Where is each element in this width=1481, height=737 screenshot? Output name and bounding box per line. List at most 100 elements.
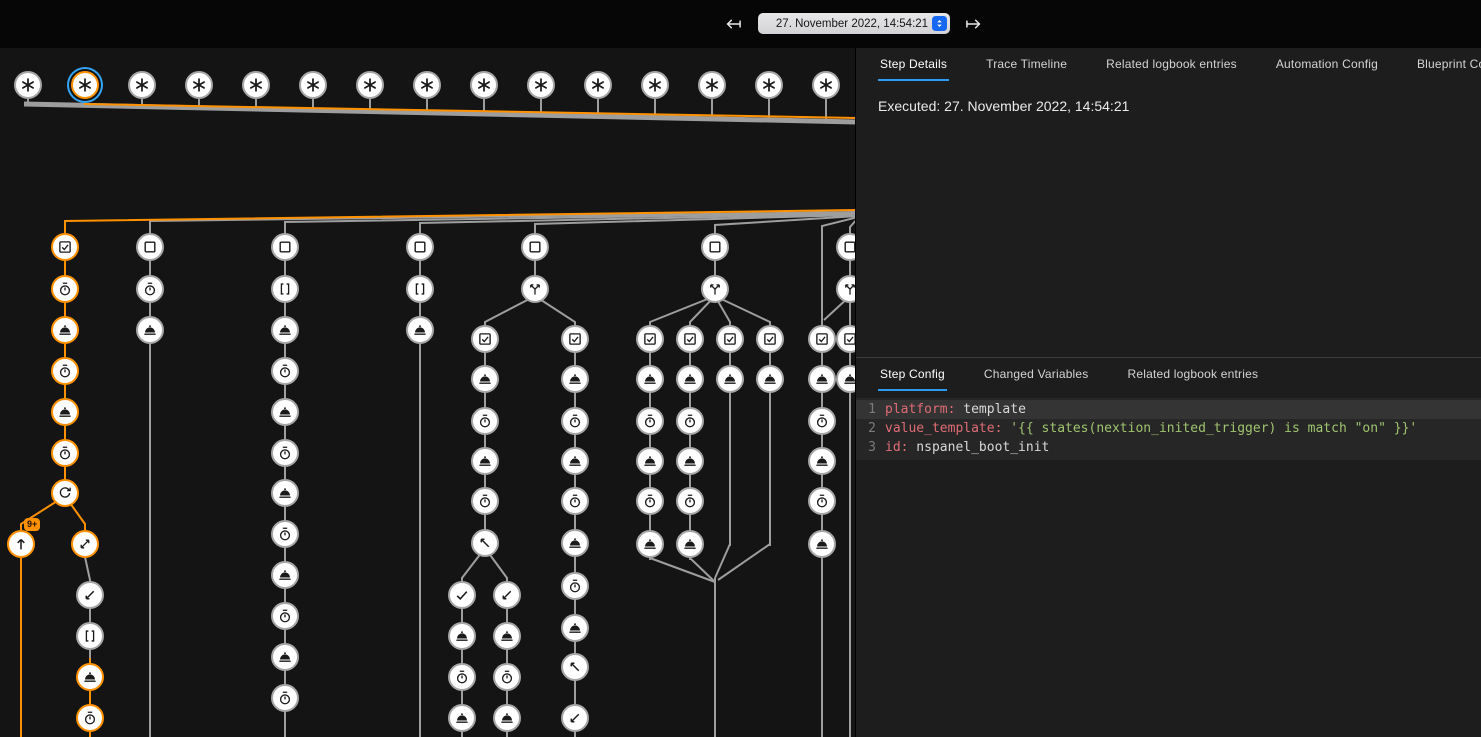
trace-node-condition[interactable] (636, 325, 664, 353)
trace-node-timer[interactable] (493, 663, 521, 691)
trace-node-asterisk[interactable] (185, 71, 213, 99)
trace-node-timer[interactable] (271, 357, 299, 385)
trace-node-timer[interactable] (471, 407, 499, 435)
trace-node-bell[interactable] (271, 398, 299, 426)
trace-node-asterisk[interactable] (698, 71, 726, 99)
tab-trace-timeline[interactable]: Trace Timeline (984, 48, 1069, 81)
trace-node-condition[interactable] (756, 325, 784, 353)
trace-node-timer[interactable] (808, 407, 836, 435)
trace-node-choose[interactable] (701, 275, 729, 303)
trace-node-condition[interactable] (808, 325, 836, 353)
trace-node-condition[interactable] (676, 325, 704, 353)
trace-node-parallel[interactable] (71, 530, 99, 558)
trace-node-bell[interactable] (808, 365, 836, 393)
trace-node-asterisk[interactable] (812, 71, 840, 99)
trace-node-asterisk[interactable] (356, 71, 384, 99)
trace-node-bell[interactable] (271, 643, 299, 671)
trace-node-condition[interactable] (716, 325, 744, 353)
tab-related-logbook-entries[interactable]: Related logbook entries (1104, 48, 1239, 81)
trace-node-asterisk[interactable] (413, 71, 441, 99)
trace-node-timer[interactable] (676, 487, 704, 515)
trace-node-bell[interactable] (448, 704, 476, 732)
trace-node-timer[interactable] (808, 487, 836, 515)
trace-node-brackets[interactable] (76, 622, 104, 650)
trace-node-condition[interactable] (51, 233, 79, 261)
trace-node-bell[interactable] (471, 365, 499, 393)
trace-node-asterisk[interactable] (299, 71, 327, 99)
trace-node-arrow-top-left[interactable] (471, 529, 499, 557)
trace-node-timer[interactable] (51, 439, 79, 467)
trace-node-arrow-top-left[interactable] (561, 653, 589, 681)
trace-node-bell[interactable] (676, 447, 704, 475)
trace-node-bell[interactable] (51, 316, 79, 344)
tab-changed-variables[interactable]: Changed Variables (982, 358, 1091, 391)
trace-node-timer[interactable] (271, 684, 299, 712)
trace-node-asterisk[interactable] (755, 71, 783, 99)
trace-node-brackets[interactable] (271, 275, 299, 303)
trace-node-arrow-up[interactable] (7, 530, 35, 558)
trace-node-bell[interactable] (716, 365, 744, 393)
trace-node-timer[interactable] (76, 704, 104, 732)
trace-node-bell[interactable] (76, 663, 104, 691)
trace-node-timer[interactable] (448, 663, 476, 691)
trace-node-arrow-bottom-left[interactable] (561, 704, 589, 732)
trace-node-timer[interactable] (271, 520, 299, 548)
trace-node-choose[interactable] (521, 275, 549, 303)
trace-node-timer[interactable] (561, 487, 589, 515)
trace-node-asterisk[interactable] (242, 71, 270, 99)
trace-node-bell[interactable] (676, 530, 704, 558)
trace-node-square[interactable] (271, 233, 299, 261)
trace-node-square[interactable] (521, 233, 549, 261)
trace-node-asterisk[interactable] (470, 71, 498, 99)
trace-node-bell[interactable] (808, 530, 836, 558)
trace-node-check-arrow[interactable] (448, 581, 476, 609)
trace-node-bell[interactable] (271, 479, 299, 507)
trace-node-bell[interactable] (808, 447, 836, 475)
trace-node-bell[interactable] (561, 614, 589, 642)
trace-node-bell[interactable] (561, 365, 589, 393)
tab-automation-config[interactable]: Automation Config (1274, 48, 1380, 81)
trace-node-bell[interactable] (636, 530, 664, 558)
trace-node-bell[interactable] (271, 316, 299, 344)
trace-node-timer[interactable] (636, 407, 664, 435)
trace-node-timer[interactable] (136, 275, 164, 303)
trace-node-bell[interactable] (676, 365, 704, 393)
trace-node-timer[interactable] (51, 357, 79, 385)
tab-step-config[interactable]: Step Config (878, 358, 947, 391)
trace-node-bell[interactable] (636, 365, 664, 393)
trace-node-timer[interactable] (561, 407, 589, 435)
trace-node-asterisk[interactable] (71, 71, 99, 99)
trace-node-arrow-bottom-left[interactable] (493, 581, 521, 609)
run-picker-select[interactable]: 27. November 2022, 14:54:21 (758, 13, 950, 34)
tab-step-details[interactable]: Step Details (878, 48, 949, 81)
trace-node-bell[interactable] (756, 365, 784, 393)
trace-node-square[interactable] (136, 233, 164, 261)
next-run-button[interactable] (963, 13, 985, 35)
trace-node-timer[interactable] (636, 487, 664, 515)
trace-node-bell[interactable] (406, 316, 434, 344)
trace-node-bell[interactable] (561, 529, 589, 557)
trace-node-timer[interactable] (271, 439, 299, 467)
trace-node-timer[interactable] (676, 407, 704, 435)
trace-node-asterisk[interactable] (641, 71, 669, 99)
tab-blueprint-config[interactable]: Blueprint Config (1415, 48, 1481, 81)
trace-node-square[interactable] (701, 233, 729, 261)
trace-node-condition[interactable] (561, 325, 589, 353)
trace-node-timer[interactable] (561, 572, 589, 600)
trace-node-repeat[interactable] (51, 479, 79, 507)
trace-node-bell[interactable] (493, 622, 521, 650)
trace-node-timer[interactable] (471, 487, 499, 515)
tab-related-logbook-entries[interactable]: Related logbook entries (1126, 358, 1261, 391)
trace-node-timer[interactable] (271, 602, 299, 630)
trace-node-square[interactable] (406, 233, 434, 261)
previous-run-button[interactable] (722, 13, 744, 35)
trace-node-bell[interactable] (448, 622, 476, 650)
trace-node-asterisk[interactable] (14, 71, 42, 99)
trace-node-arrow-bottom-left[interactable] (76, 581, 104, 609)
trace-node-timer[interactable] (51, 275, 79, 303)
trace-node-bell[interactable] (636, 447, 664, 475)
trace-node-bell[interactable] (271, 561, 299, 589)
trace-node-bell[interactable] (136, 316, 164, 344)
trace-node-brackets[interactable] (406, 275, 434, 303)
trace-node-asterisk[interactable] (527, 71, 555, 99)
